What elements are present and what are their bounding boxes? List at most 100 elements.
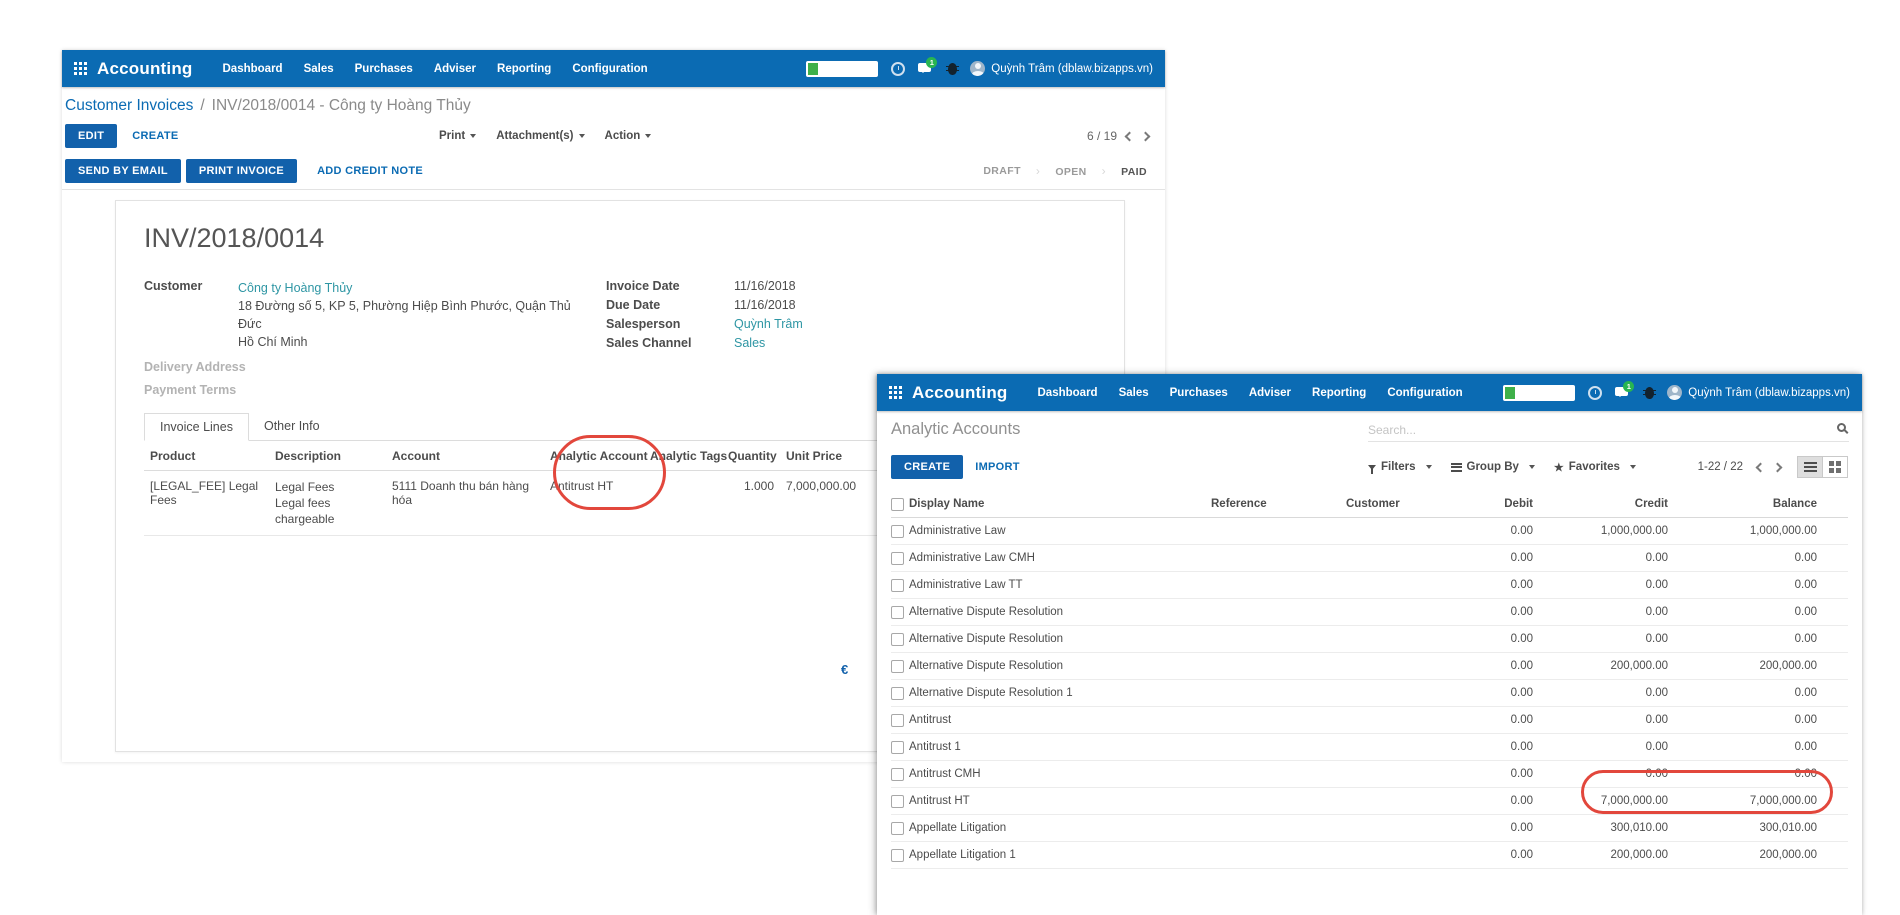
print-dropdown[interactable]: Print xyxy=(439,130,476,142)
attachments-dropdown[interactable]: Attachment(s) xyxy=(496,130,584,142)
row-checkbox[interactable] xyxy=(891,822,904,835)
row-checkbox[interactable] xyxy=(891,633,904,646)
cell-debit: 0.00 xyxy=(1437,633,1533,645)
send-by-email-button[interactable]: SEND BY EMAIL xyxy=(65,159,181,183)
pager-next-icon[interactable] xyxy=(1773,462,1783,472)
row-checkbox[interactable] xyxy=(891,849,904,862)
col-description[interactable]: Description xyxy=(269,441,386,471)
favorites-dropdown[interactable]: ★Favorites xyxy=(1554,461,1636,474)
select-all-checkbox[interactable] xyxy=(891,498,904,511)
action-dropdown[interactable]: Action xyxy=(605,130,652,142)
row-checkbox[interactable] xyxy=(891,579,904,592)
kanban-view-button[interactable] xyxy=(1822,456,1848,478)
status-item[interactable]: OPEN xyxy=(1021,164,1087,178)
nav-menu-item[interactable]: Dashboard xyxy=(1038,387,1098,399)
nav-menu-item[interactable]: Dashboard xyxy=(223,63,283,75)
row-checkbox[interactable] xyxy=(891,552,904,565)
status-item[interactable]: DRAFT xyxy=(983,165,1021,177)
col-analytic-account[interactable]: Analytic Account xyxy=(544,441,644,471)
apps-grid-icon[interactable] xyxy=(74,62,87,75)
col-display-name[interactable]: Display Name xyxy=(909,498,1211,510)
nav-menu-item[interactable]: Adviser xyxy=(1249,387,1291,399)
table-row[interactable]: Alternative Dispute Resolution 0.00 0.00… xyxy=(891,626,1848,653)
table-row[interactable]: Antitrust 0.00 0.00 0.00 xyxy=(891,707,1848,734)
chat-icon[interactable]: 1 xyxy=(1615,385,1632,400)
nav-menu-item[interactable]: Reporting xyxy=(497,63,551,75)
pager-previous-icon[interactable] xyxy=(1125,131,1135,141)
row-checkbox[interactable] xyxy=(891,741,904,754)
pager-previous-icon[interactable] xyxy=(1756,462,1766,472)
table-row[interactable]: Antitrust 1 0.00 0.00 0.00 xyxy=(891,734,1848,761)
col-analytic-tags[interactable]: Analytic Tags xyxy=(644,441,722,471)
table-row[interactable]: Antitrust CMH 0.00 0.00 0.00 xyxy=(891,761,1848,788)
row-checkbox[interactable] xyxy=(891,660,904,673)
col-product[interactable]: Product xyxy=(144,441,269,471)
clock-icon[interactable] xyxy=(1588,386,1602,400)
row-checkbox[interactable] xyxy=(891,768,904,781)
tab-invoice-lines[interactable]: Invoice Lines xyxy=(144,413,249,441)
apps-grid-icon[interactable] xyxy=(889,386,902,399)
nav-menu-item[interactable]: Sales xyxy=(304,63,334,75)
nav-menu-item[interactable]: Sales xyxy=(1119,387,1149,399)
col-customer[interactable]: Customer xyxy=(1346,498,1437,510)
row-checkbox[interactable] xyxy=(891,795,904,808)
nav-menu-item[interactable]: Configuration xyxy=(572,63,647,75)
bug-icon[interactable] xyxy=(948,63,957,75)
edit-button[interactable]: EDIT xyxy=(65,124,117,148)
status-item[interactable]: PAID xyxy=(1087,164,1147,178)
user-menu[interactable]: Quỳnh Trâm (dblaw.bizapps.vn) xyxy=(970,61,1153,76)
search-input[interactable] xyxy=(1368,423,1831,437)
bug-icon[interactable] xyxy=(1645,387,1654,399)
create-button[interactable]: CREATE xyxy=(891,455,963,479)
timer-widget[interactable] xyxy=(1503,385,1575,401)
col-unit-price[interactable]: Unit Price xyxy=(780,441,853,471)
table-row[interactable]: Administrative Law 0.00 1,000,000.00 1,0… xyxy=(891,518,1848,545)
table-row[interactable]: Appellate Litigation 0.00 300,010.00 300… xyxy=(891,815,1848,842)
clock-icon[interactable] xyxy=(891,62,905,76)
table-row[interactable]: Administrative Law CMH 0.00 0.00 0.00 xyxy=(891,545,1848,572)
col-debit[interactable]: Debit xyxy=(1437,498,1533,510)
nav-menu-item[interactable]: Configuration xyxy=(1387,387,1462,399)
tab-other-info[interactable]: Other Info xyxy=(249,413,335,440)
table-row[interactable]: Alternative Dispute Resolution 1 0.00 0.… xyxy=(891,680,1848,707)
col-account[interactable]: Account xyxy=(386,441,544,471)
table-row[interactable]: Appellate Litigation 1 0.00 200,000.00 2… xyxy=(891,842,1848,869)
breadcrumb-customer-invoices[interactable]: Customer Invoices xyxy=(65,97,193,115)
row-checkbox[interactable] xyxy=(891,714,904,727)
cell-balance: 0.00 xyxy=(1668,687,1817,699)
row-checkbox[interactable] xyxy=(891,687,904,700)
table-row[interactable]: Administrative Law TT 0.00 0.00 0.00 xyxy=(891,572,1848,599)
form-toolbar: EDIT CREATE Print Attachment(s) Action 6… xyxy=(62,119,1165,153)
table-row[interactable]: Alternative Dispute Resolution 0.00 0.00… xyxy=(891,599,1848,626)
row-checkbox[interactable] xyxy=(891,525,904,538)
nav-menu-item[interactable]: Adviser xyxy=(434,63,476,75)
customer-link[interactable]: Công ty Hoàng Thủy xyxy=(238,281,352,295)
nav-menu-item[interactable]: Purchases xyxy=(355,63,413,75)
table-row[interactable]: Antitrust HT 0.00 7,000,000.00 7,000,000… xyxy=(891,788,1848,815)
nav-menu-item[interactable]: Reporting xyxy=(1312,387,1366,399)
row-checkbox[interactable] xyxy=(891,606,904,619)
app-brand[interactable]: Accounting xyxy=(912,383,1008,403)
group-by-dropdown[interactable]: Group By xyxy=(1451,461,1535,473)
col-balance[interactable]: Balance xyxy=(1668,498,1817,510)
print-invoice-button[interactable]: PRINT INVOICE xyxy=(186,159,297,183)
create-button[interactable]: CREATE xyxy=(132,130,178,142)
table-row[interactable]: Alternative Dispute Resolution 0.00 200,… xyxy=(891,653,1848,680)
import-button[interactable]: IMPORT xyxy=(975,461,1020,473)
filters-dropdown[interactable]: Filters xyxy=(1368,461,1432,474)
salesperson-link[interactable]: Quỳnh Trâm xyxy=(734,317,934,331)
cell-debit: 0.00 xyxy=(1437,606,1533,618)
list-view-button[interactable] xyxy=(1797,456,1823,478)
app-brand[interactable]: Accounting xyxy=(97,59,193,79)
pager-next-icon[interactable] xyxy=(1141,131,1151,141)
sales-channel-link[interactable]: Sales xyxy=(734,336,934,350)
search-icon[interactable] xyxy=(1837,423,1846,432)
col-quantity[interactable]: Quantity xyxy=(722,441,780,471)
col-reference[interactable]: Reference xyxy=(1211,498,1346,510)
add-credit-note-button[interactable]: ADD CREDIT NOTE xyxy=(317,165,423,177)
timer-widget[interactable] xyxy=(806,61,878,77)
user-menu[interactable]: Quỳnh Trâm (dblaw.bizapps.vn) xyxy=(1667,385,1850,400)
chat-icon[interactable]: 1 xyxy=(918,61,935,76)
nav-menu-item[interactable]: Purchases xyxy=(1170,387,1228,399)
col-credit[interactable]: Credit xyxy=(1533,498,1668,510)
